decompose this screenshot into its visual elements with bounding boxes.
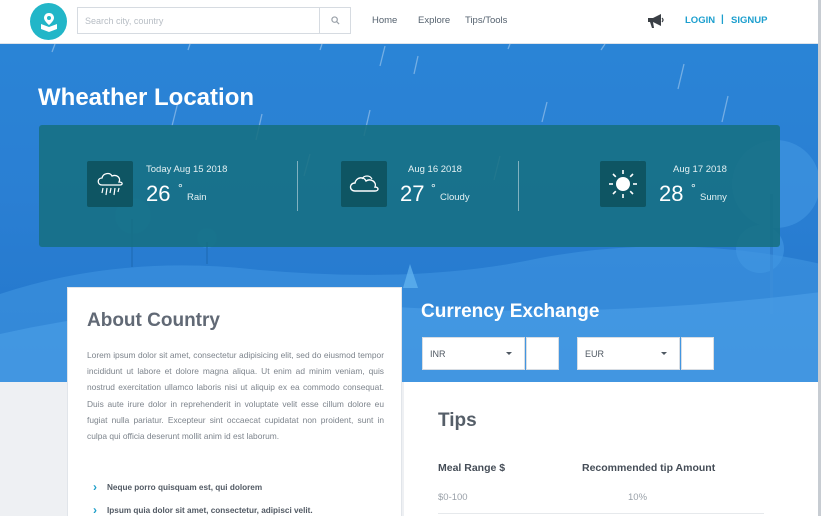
table-divider	[438, 513, 764, 514]
cloud-icon	[341, 161, 387, 207]
login-signup-separator: |	[721, 14, 724, 25]
chevron-down-icon	[661, 352, 667, 355]
about-country-title: About Country	[87, 310, 220, 331]
page-title: Wheather Location	[38, 84, 255, 111]
weather-temp-1: 26	[146, 181, 171, 206]
top-navbar: Home Explore Tips/Tools LOGIN | SIGNUP	[0, 0, 821, 44]
tips-header-tip-amount: Recommended tip Amount	[582, 462, 716, 474]
sun-icon	[600, 161, 646, 207]
tips-header-meal-range: Meal Range $	[438, 462, 506, 474]
weather-temp-2: 27	[400, 181, 425, 206]
weather-divider	[297, 161, 298, 211]
map-book-icon[interactable]	[30, 3, 67, 40]
tips-cell-range: $0-100	[438, 492, 468, 503]
tips-title: Tips	[438, 410, 477, 431]
chevron-down-icon	[506, 352, 512, 355]
chevron-right-icon: ›	[93, 503, 97, 516]
list-item: › Ipsum quia dolor sit amet, consectetur…	[93, 503, 313, 516]
tips-section: Tips Meal Range $ Recommended tip Amount…	[404, 382, 821, 516]
search-button[interactable]	[319, 8, 350, 33]
currency-to-amount[interactable]	[681, 337, 714, 370]
login-link[interactable]: LOGIN	[685, 15, 715, 26]
rain-cloud-icon	[87, 161, 133, 207]
tips-cell-tip: 10%	[628, 492, 648, 503]
list-item-text: Neque porro quisquam est, qui dolorem	[107, 482, 263, 492]
signup-link[interactable]: SIGNUP	[731, 15, 767, 26]
about-country-text: Lorem ipsum dolor sit amet, consectetur …	[87, 350, 384, 442]
currency-from-amount[interactable]	[526, 337, 559, 370]
weather-temp-3: 28	[659, 181, 684, 206]
megaphone-icon[interactable]	[646, 13, 664, 29]
weather-divider	[518, 161, 519, 211]
weather-degree-3: °	[691, 181, 696, 195]
weather-condition-3: Sunny	[700, 192, 727, 203]
currency-exchange-title: Currency Exchange	[421, 301, 600, 322]
weather-condition-1: Rain	[187, 192, 207, 203]
weather-degree-1: °	[178, 181, 183, 195]
list-item-text: Ipsum quia dolor sit amet, consectetur, …	[107, 505, 313, 515]
weather-forecast-panel: Today Aug 15 2018 26 ° Rain Aug 16 2018 …	[39, 125, 780, 247]
search-icon	[330, 16, 340, 25]
nav-tips-tools[interactable]: Tips/Tools	[465, 15, 507, 26]
currency-to-select[interactable]: EUR	[577, 337, 680, 370]
currency-to-value: EUR	[585, 348, 605, 359]
search-input[interactable]	[78, 8, 318, 33]
list-item: › Neque porro quisquam est, qui dolorem	[93, 480, 262, 494]
weather-condition-2: Cloudy	[440, 192, 470, 203]
search-box	[77, 7, 351, 34]
currency-from-select[interactable]: INR	[422, 337, 525, 370]
chevron-right-icon: ›	[93, 480, 97, 494]
nav-home[interactable]: Home	[372, 15, 397, 26]
weather-date-2: Aug 16 2018	[408, 164, 462, 175]
weather-degree-2: °	[431, 181, 436, 195]
weather-date-3: Aug 17 2018	[673, 164, 727, 175]
weather-date-1: Today Aug 15 2018	[146, 164, 228, 175]
currency-from-value: INR	[430, 348, 446, 359]
about-country-card: About Country Lorem ipsum dolor sit amet…	[67, 287, 402, 516]
nav-explore[interactable]: Explore	[418, 15, 450, 26]
